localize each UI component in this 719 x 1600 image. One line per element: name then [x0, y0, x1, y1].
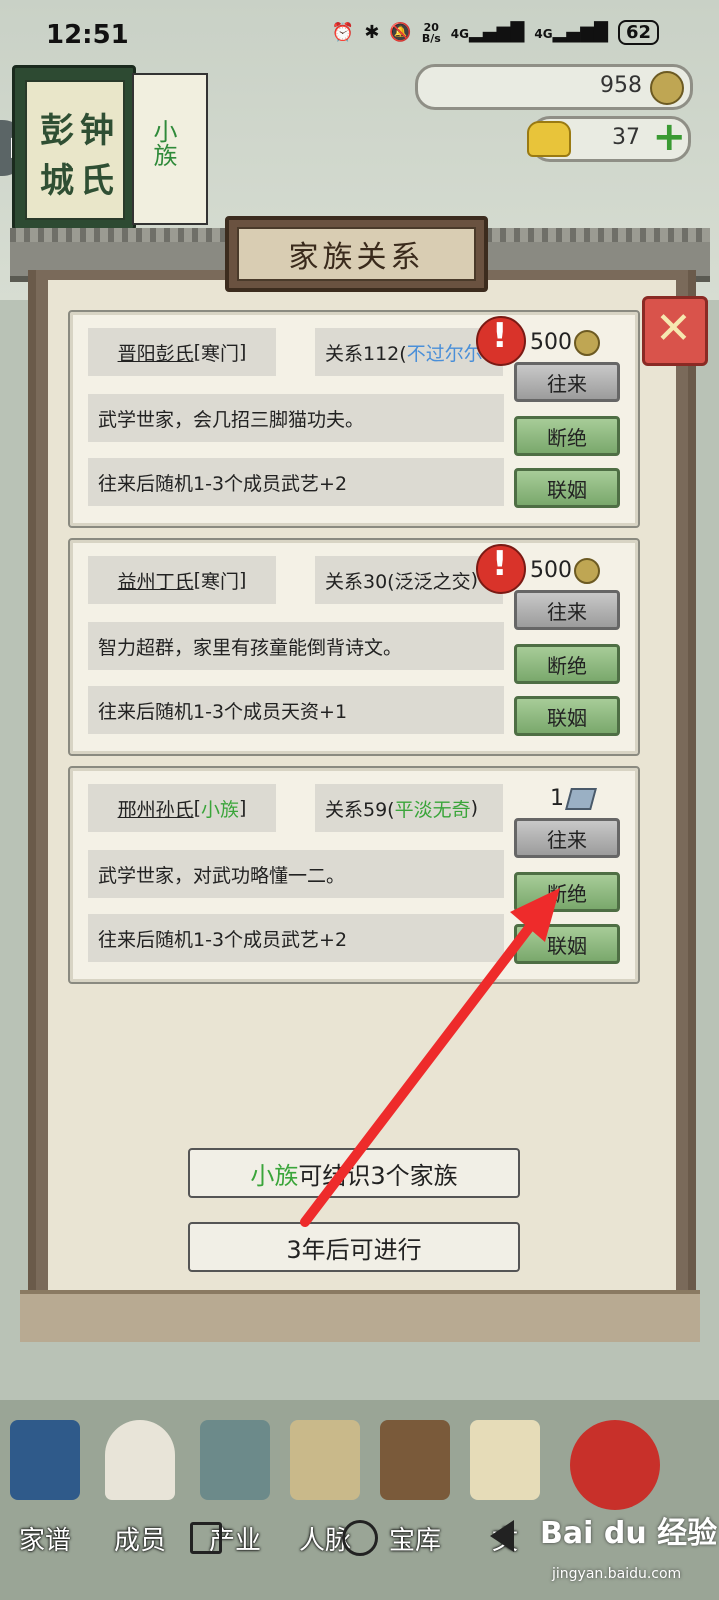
back-button[interactable]: [490, 1520, 514, 1552]
building-icon: [200, 1420, 270, 1500]
home-button[interactable]: [342, 1520, 378, 1556]
watermark-logo: Bai du 经验: [540, 1516, 718, 1551]
lantern-icon: [570, 1420, 660, 1510]
network-icon: [290, 1420, 360, 1500]
scroll-icon: [470, 1420, 540, 1500]
watermark-url: jingyan.baidu.com: [552, 1566, 682, 1582]
recent-apps-button[interactable]: [190, 1522, 222, 1554]
book-icon: [10, 1420, 80, 1500]
person-icon: [105, 1420, 175, 1500]
annotation-arrow: [300, 888, 560, 1227]
chest-icon: [380, 1420, 450, 1500]
